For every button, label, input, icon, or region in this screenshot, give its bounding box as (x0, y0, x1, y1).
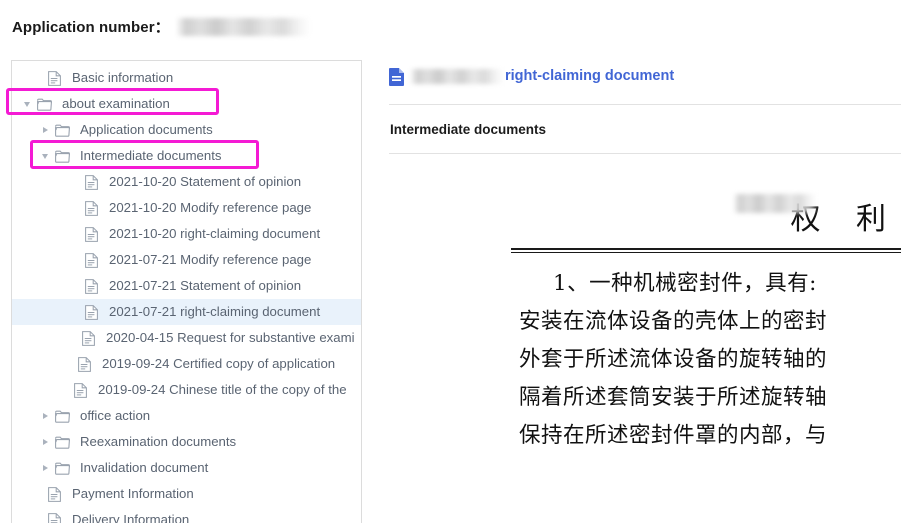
tree-item[interactable]: Reexamination documents (12, 429, 361, 455)
folder-icon (52, 462, 72, 475)
tree-item-label: Basic information (72, 70, 174, 85)
caret-placeholder (60, 351, 74, 377)
folder-icon (34, 98, 54, 111)
tree-item[interactable]: office action (12, 403, 361, 429)
document-date-redacted (411, 68, 503, 84)
caret-placeholder (30, 65, 44, 91)
folder-icon (52, 124, 72, 137)
chevron-right-icon[interactable] (38, 403, 52, 429)
folder-icon (52, 150, 72, 163)
file-icon (81, 278, 101, 294)
document-title-row[interactable]: right-claiming document (389, 58, 901, 92)
tree-item[interactable]: 2021-10-20 Statement of opinion (12, 169, 361, 195)
chevron-down-icon[interactable] (20, 91, 34, 117)
tree-item-label: 2021-07-21 Statement of opinion (109, 278, 302, 293)
file-icon (44, 486, 64, 502)
tree-item-label: 2019-09-24 Certified copy of application (102, 356, 336, 371)
file-icon (78, 330, 98, 346)
tree-item-label: 2020-04-15 Request for substantive exami (106, 330, 355, 345)
chevron-right-icon[interactable] (38, 429, 52, 455)
file-icon (81, 252, 101, 268)
preview-line: 保持在所述密封件罩的内部，与 (519, 423, 828, 448)
tree-item-label: 2021-07-21 right-claiming document (109, 304, 321, 319)
document-tree-panel: Basic information about examination Applic… (11, 60, 362, 523)
tree-item-label: office action (80, 408, 151, 423)
tree-item[interactable]: Payment Information (12, 481, 361, 507)
caret-placeholder (56, 377, 70, 403)
tree-item[interactable]: about examination (12, 91, 361, 117)
tree-item[interactable]: Invalidation document (12, 455, 361, 481)
folder-icon (52, 436, 72, 449)
caret-placeholder (64, 325, 78, 351)
file-icon (74, 356, 94, 372)
chevron-right-icon[interactable] (38, 117, 52, 143)
tree-item[interactable]: 2021-07-21 Statement of opinion (12, 273, 361, 299)
tree-item-label: Intermediate documents (80, 148, 222, 163)
tree-item-label: about examination (62, 96, 170, 111)
application-number-value-redacted (176, 17, 309, 36)
preview-line: 1、一种机械密封件，具有: (553, 271, 817, 296)
tree-item[interactable]: 2021-07-21 right-claiming document (12, 299, 361, 325)
tree-item-label: Payment Information (72, 486, 194, 501)
document-title-text: right-claiming document (505, 68, 675, 84)
caret-placeholder (67, 221, 81, 247)
caret-placeholder (67, 195, 81, 221)
file-icon (81, 200, 101, 216)
caret-placeholder (67, 169, 81, 195)
document-preview: 权 利 1、一种机械密封件，具有: 安装在流体设备的壳体上的密封 外套于所述流体设备… (389, 194, 901, 455)
tree-item[interactable]: 2020-04-15 Request for substantive exami (12, 325, 361, 351)
preview-line: 外套于所述流体设备的旋转轴的 (519, 347, 828, 372)
tree-item[interactable]: 2021-07-21 Modify reference page (12, 247, 361, 273)
application-number-label: Application number： (12, 18, 170, 36)
chevron-down-icon[interactable] (38, 143, 52, 169)
content-panel: right-claiming document Intermediate doc… (389, 58, 901, 523)
file-icon (70, 382, 90, 398)
caret-placeholder (67, 247, 81, 273)
section-heading: Intermediate documents (390, 122, 547, 137)
tree-item[interactable]: Intermediate documents (12, 143, 361, 169)
chevron-right-icon[interactable] (38, 455, 52, 481)
tree-item[interactable]: 2019-09-24 Chinese title of the copy of … (12, 377, 361, 403)
preview-body-text: 1、一种机械密封件，具有: 安装在流体设备的壳体上的密封 外套于所述流体设备的旋转轴… (519, 265, 901, 455)
tree-item-label: 2021-10-20 Statement of opinion (109, 174, 302, 189)
tree-item[interactable]: Delivery Information (12, 507, 361, 523)
caret-placeholder (67, 299, 81, 325)
file-icon (44, 512, 64, 523)
tree-item-label: 2021-10-20 Modify reference page (109, 200, 312, 215)
tree-item-label: Delivery Information (72, 512, 190, 523)
tree-item[interactable]: 2021-10-20 right-claiming document (12, 221, 361, 247)
tree-item-label: Reexamination documents (80, 434, 237, 449)
preview-line: 安装在流体设备的壳体上的密封 (519, 309, 828, 334)
file-icon (81, 174, 101, 190)
tree-item[interactable]: 2019-09-24 Certified copy of application (12, 351, 361, 377)
tree-item-label: Application documents (80, 122, 213, 137)
document-icon (389, 67, 405, 86)
preview-document-heading: 权 利 (790, 202, 899, 237)
tree-item-label: 2021-07-21 Modify reference page (109, 252, 312, 267)
file-icon (81, 226, 101, 242)
preview-horizontal-rule (511, 248, 901, 253)
tree-item-label: Invalidation document (80, 460, 209, 475)
caret-placeholder (30, 481, 44, 507)
tree-item-label: 2019-09-24 Chinese title of the copy of … (98, 382, 347, 397)
divider-top (389, 104, 901, 105)
tree-item[interactable]: 2021-10-20 Modify reference page (12, 195, 361, 221)
preview-stamp-redacted (734, 194, 816, 213)
tree-item[interactable]: Application documents (12, 117, 361, 143)
tree-item[interactable]: Basic information (12, 65, 361, 91)
tree-item-label: 2021-10-20 right-claiming document (109, 226, 321, 241)
folder-icon (52, 410, 72, 423)
caret-placeholder (67, 273, 81, 299)
caret-placeholder (30, 507, 44, 523)
file-icon (81, 304, 101, 320)
divider-bottom (389, 153, 901, 154)
page-header: Application number： (0, 0, 901, 52)
file-icon (44, 70, 64, 86)
document-tree: Basic information about examination Applic… (12, 61, 361, 523)
preview-line: 隔着所述套筒安装于所述旋转轴 (519, 385, 828, 410)
